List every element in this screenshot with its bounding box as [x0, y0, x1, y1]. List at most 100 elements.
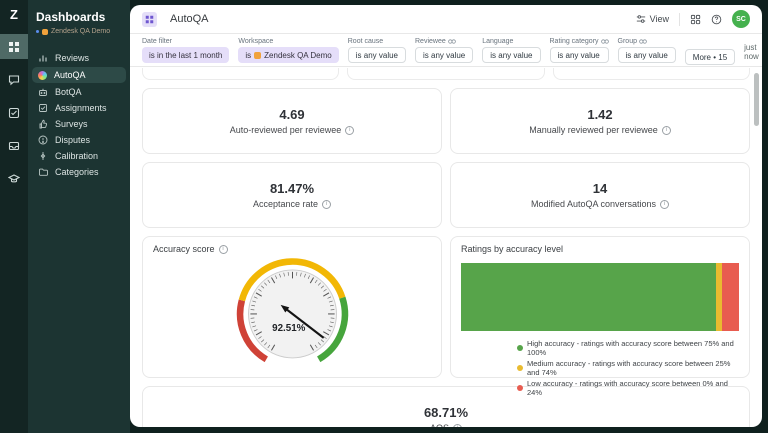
info-icon[interactable]: [662, 126, 671, 135]
rail-item-conversations[interactable]: [0, 67, 28, 92]
reviewee-filter-chip[interactable]: is any value: [415, 47, 473, 63]
sidebar-item-label: Categories: [55, 167, 99, 177]
apps-grid-icon: [690, 14, 701, 25]
info-icon[interactable]: [322, 200, 331, 209]
rail-item-tasks[interactable]: [0, 100, 28, 125]
bar-segment-high-accuracy: [461, 263, 716, 331]
sidebar-item-categories[interactable]: Categories: [32, 165, 126, 179]
divider: [679, 13, 680, 26]
metric-card-manually-reviewed: 1.42 Manually reviewed per reviewee: [450, 88, 750, 154]
view-button[interactable]: View: [636, 14, 669, 24]
partial-card: [347, 68, 544, 80]
workspace-filter-chip[interactable]: is Zendesk QA Demo: [238, 47, 338, 63]
info-icon[interactable]: [345, 126, 354, 135]
filter-group: Group is any value: [618, 38, 676, 63]
accuracy-gauge: 92.51%: [227, 254, 358, 372]
filter-reviewee: Reviewee is any value: [415, 38, 473, 63]
dashboard-type-chip: [142, 12, 157, 27]
dashboard-content: 4.69 Auto-reviewed per reviewee 1.42 Man…: [130, 67, 762, 427]
avatar[interactable]: SC: [732, 10, 750, 28]
sliders-icon: [636, 14, 646, 24]
metric-label: AQS: [430, 423, 462, 427]
rating-category-filter-chip[interactable]: is any value: [550, 47, 609, 63]
chart-legend: High accuracy - ratings with accuracy sc…: [517, 339, 739, 397]
scrollbar-thumb[interactable]: [754, 73, 759, 126]
link-icon: [601, 39, 609, 44]
workspace-emoji-icon: [254, 52, 261, 59]
root-cause-filter-chip[interactable]: is any value: [348, 47, 406, 63]
dashboard-header: AutoQA View SC: [130, 5, 762, 34]
info-icon[interactable]: [453, 424, 462, 428]
legend-dot-medium: [517, 365, 523, 371]
help-button[interactable]: [711, 14, 722, 25]
sidebar-item-surveys[interactable]: Surveys: [32, 117, 126, 131]
status-dot: [36, 30, 39, 33]
metric-label: Manually reviewed per reviewee: [529, 125, 671, 135]
metric-card-acceptance-rate: 81.47% Acceptance rate: [142, 162, 442, 228]
graduation-cap-icon: [8, 173, 20, 185]
svg-text:92.51%: 92.51%: [272, 323, 306, 334]
legend-item-high: High accuracy - ratings with accuracy sc…: [517, 339, 739, 357]
workspace-emoji-icon: [42, 29, 48, 35]
metric-value: 81.47%: [270, 181, 314, 196]
view-label: View: [650, 14, 669, 24]
metric-label: Acceptance rate: [253, 199, 331, 209]
checklist-icon: [8, 107, 20, 119]
workspace-indicator[interactable]: Zendesk QA Demo: [36, 28, 126, 35]
inbox-icon: [8, 140, 20, 152]
last-updated: just now: [744, 43, 759, 61]
dashboard-icon: [8, 41, 20, 53]
metric-value: 1.42: [587, 107, 612, 122]
group-filter-chip[interactable]: is any value: [618, 47, 676, 63]
chip-prefix: is: [245, 51, 251, 60]
sidebar: Dashboards Zendesk QA Demo Reviews AutoQ…: [28, 0, 130, 433]
zendesk-logo[interactable]: Z: [10, 7, 18, 22]
language-filter-chip[interactable]: is any value: [482, 47, 540, 63]
sidebar-item-calibration[interactable]: Calibration: [32, 149, 126, 163]
ratings-by-accuracy-card: Ratings by accuracy level High accuracy …: [450, 236, 750, 378]
link-icon: [639, 39, 647, 44]
legend-dot-low: [517, 385, 523, 391]
apps-grid-button[interactable]: [690, 14, 701, 25]
clipboard-check-icon: [38, 103, 48, 113]
filter-workspace: Workspace is Zendesk QA Demo: [238, 38, 338, 63]
filter-root-cause: Root cause is any value: [348, 38, 406, 63]
rail-item-dashboards[interactable]: [0, 34, 28, 59]
more-filters-button[interactable]: More • 15: [685, 49, 735, 65]
info-icon[interactable]: [660, 200, 669, 209]
sidebar-item-label: Assignments: [55, 103, 107, 113]
filter-label: Date filter: [142, 38, 229, 45]
date-filter-chip[interactable]: is in the last 1 month: [142, 47, 229, 63]
thumbs-up-icon: [38, 119, 48, 129]
info-icon[interactable]: [219, 245, 228, 254]
sidebar-item-reviews[interactable]: Reviews: [32, 51, 126, 65]
folder-icon: [38, 167, 48, 177]
filter-label: Reviewee: [415, 38, 473, 45]
metric-value: 4.69: [279, 107, 304, 122]
workspace-name: Zendesk QA Demo: [51, 28, 110, 35]
card-title: Accuracy score: [153, 244, 431, 254]
filter-label: Root cause: [348, 38, 406, 45]
bar-segment-low-accuracy: [722, 263, 739, 331]
filter-rating-category: Rating category is any value: [550, 38, 609, 63]
sidebar-item-label: Disputes: [55, 135, 90, 145]
metric-label: Auto-reviewed per reviewee: [230, 125, 355, 135]
sidebar-item-disputes[interactable]: Disputes: [32, 133, 126, 147]
card-title: Ratings by accuracy level: [461, 244, 739, 254]
rail-item-inbox[interactable]: [0, 133, 28, 158]
sidebar-item-autoqa[interactable]: AutoQA: [32, 67, 126, 83]
rail-item-learning[interactable]: [0, 166, 28, 191]
sidebar-item-label: AutoQA: [54, 70, 86, 80]
partial-card: [553, 68, 750, 80]
legend-dot-high: [517, 345, 523, 351]
metric-value: 14: [593, 181, 607, 196]
metric-card-auto-reviewed: 4.69 Auto-reviewed per reviewee: [142, 88, 442, 154]
legend-item-low: Low accuracy - ratings with accuracy sco…: [517, 379, 739, 397]
dashboard-mini-icon: [145, 15, 154, 24]
sidebar-item-botqa[interactable]: BotQA: [32, 85, 126, 99]
metric-card-modified-conversations: 14 Modified AutoQA conversations: [450, 162, 750, 228]
filter-label: Rating category: [550, 38, 609, 45]
main-panel: AutoQA View SC: [130, 5, 762, 427]
sidebar-item-assignments[interactable]: Assignments: [32, 101, 126, 115]
sidebar-item-label: BotQA: [55, 87, 82, 97]
